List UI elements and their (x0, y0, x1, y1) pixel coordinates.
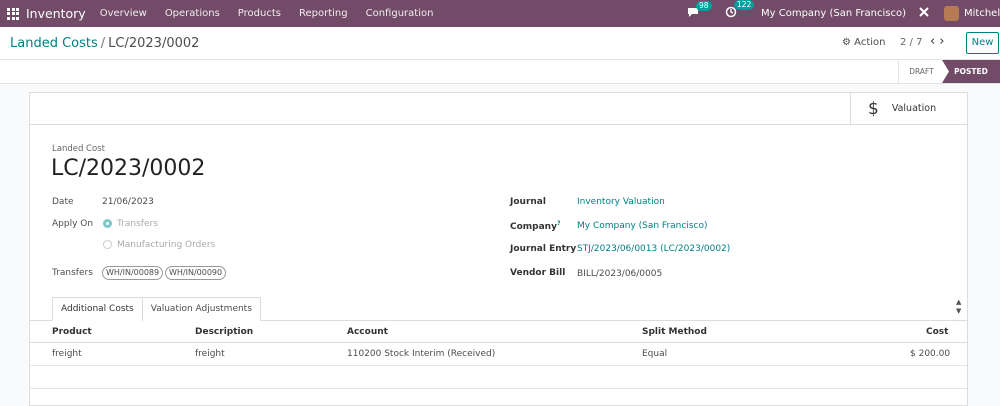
chevron-left-icon[interactable]: ‹ (930, 34, 939, 49)
date-value: 21/06/2023 (102, 197, 154, 207)
column-account[interactable]: Account (347, 327, 388, 337)
cell-split-method: Equal (642, 349, 668, 359)
notebook-tabs: Additional Costs Valuation Adjustments (52, 297, 261, 321)
radio-manufacturing-orders-label: Manufacturing Orders (117, 240, 216, 250)
chevron-right-icon[interactable]: › (939, 34, 948, 49)
new-button[interactable]: New (966, 32, 999, 54)
transfer-tag[interactable]: WH/IN/00090 (165, 266, 227, 280)
scroll-up-icon[interactable]: ▲ (956, 298, 961, 307)
vendor-bill-value[interactable]: BILL/2023/06/0005 (577, 269, 662, 279)
company-value[interactable]: My Company (San Francisco) (577, 221, 707, 231)
activities-icon[interactable]: 122 (725, 0, 755, 21)
valuation-label: Valuation (891, 103, 937, 114)
journal-value[interactable]: Inventory Valuation (577, 197, 665, 207)
user-avatar[interactable] (944, 6, 959, 21)
valuation-button[interactable]: $ Valuation (850, 93, 967, 124)
status-draft[interactable]: DRAFT (898, 60, 944, 83)
journal-label: Journal (510, 197, 546, 207)
status-bar: DRAFT POSTED (0, 60, 1000, 84)
app-title[interactable]: Inventory (26, 6, 86, 21)
document-label: Landed Cost (52, 144, 105, 154)
help-icon[interactable]: ? (557, 220, 560, 227)
cell-cost: $ 200.00 (910, 349, 951, 359)
dollar-icon: $ (868, 98, 879, 119)
smart-button-row: $ Valuation (30, 93, 967, 125)
column-cost[interactable]: Cost (926, 327, 948, 337)
debug-tools-icon[interactable] (918, 6, 930, 21)
radio-transfers[interactable] (103, 219, 112, 228)
journal-entry-label: Journal Entry (510, 244, 577, 254)
breadcrumb-current: LC/2023/0002 (108, 36, 200, 51)
scroll-arrows[interactable]: ▲ ▼ (956, 298, 961, 316)
document-title: LC/2023/0002 (51, 156, 206, 181)
journal-entry-value[interactable]: STJ/2023/06/0013 (LC/2023/0002) (577, 244, 730, 254)
control-panel: Landed Costs / LC/2023/0002 ⚙ Action 2 / 7… (0, 27, 1000, 60)
pager-value[interactable]: 2 / 7 (900, 37, 922, 48)
menu-operations[interactable]: Operations (165, 8, 220, 19)
cell-product: freight (52, 349, 82, 359)
transfers-label: Transfers (52, 268, 93, 278)
column-description[interactable]: Description (195, 327, 253, 337)
breadcrumb: Landed Costs / LC/2023/0002 (10, 36, 199, 51)
date-label: Date (52, 197, 74, 207)
company-label-text: Company (510, 222, 557, 232)
apps-menu-icon[interactable] (7, 7, 19, 20)
breadcrumb-separator: / (100, 36, 106, 51)
column-split-method[interactable]: Split Method (642, 327, 707, 337)
scroll-down-icon[interactable]: ▼ (956, 307, 961, 316)
company-switcher[interactable]: My Company (San Francisco) (761, 8, 906, 19)
user-menu[interactable]: Mitchell Admin (964, 8, 1000, 19)
apply-on-label: Apply On (52, 219, 94, 229)
cell-account: 110200 Stock Interim (Received) (347, 349, 496, 359)
menu-overview[interactable]: Overview (100, 8, 147, 19)
menu-products[interactable]: Products (238, 8, 281, 19)
action-label: Action (854, 37, 886, 48)
menu-reporting[interactable]: Reporting (299, 8, 348, 19)
transfer-tag[interactable]: WH/IN/00089 (102, 266, 164, 280)
radio-manufacturing-orders[interactable] (103, 240, 112, 249)
gear-icon: ⚙ (842, 37, 851, 48)
status-posted[interactable]: POSTED (942, 60, 1000, 83)
menu-configuration[interactable]: Configuration (366, 8, 434, 19)
messages-icon[interactable]: 98 (687, 0, 712, 21)
vendor-bill-label: Vendor Bill (510, 268, 566, 278)
column-product[interactable]: Product (52, 327, 92, 337)
cell-description: freight (195, 349, 225, 359)
action-button[interactable]: ⚙ Action (842, 37, 885, 48)
breadcrumb-landed-costs[interactable]: Landed Costs (10, 36, 98, 51)
table-header: Product Description Account Split Method… (30, 321, 967, 343)
radio-transfers-label: Transfers (117, 219, 158, 229)
pager-nav: ‹› (930, 34, 948, 49)
company-label: Company? (510, 220, 560, 232)
messages-badge: 98 (696, 0, 712, 11)
table-footer (30, 366, 967, 389)
form-sheet: $ Valuation Landed Cost LC/2023/0002 Dat… (29, 92, 968, 406)
tab-valuation-adjustments[interactable]: Valuation Adjustments (141, 297, 261, 321)
activities-badge: 122 (734, 0, 755, 10)
tab-additional-costs[interactable]: Additional Costs (52, 297, 143, 321)
top-navbar: Inventory Overview Operations Products R… (0, 0, 1000, 27)
table-row[interactable]: freight freight 110200 Stock Interim (Re… (30, 343, 967, 366)
